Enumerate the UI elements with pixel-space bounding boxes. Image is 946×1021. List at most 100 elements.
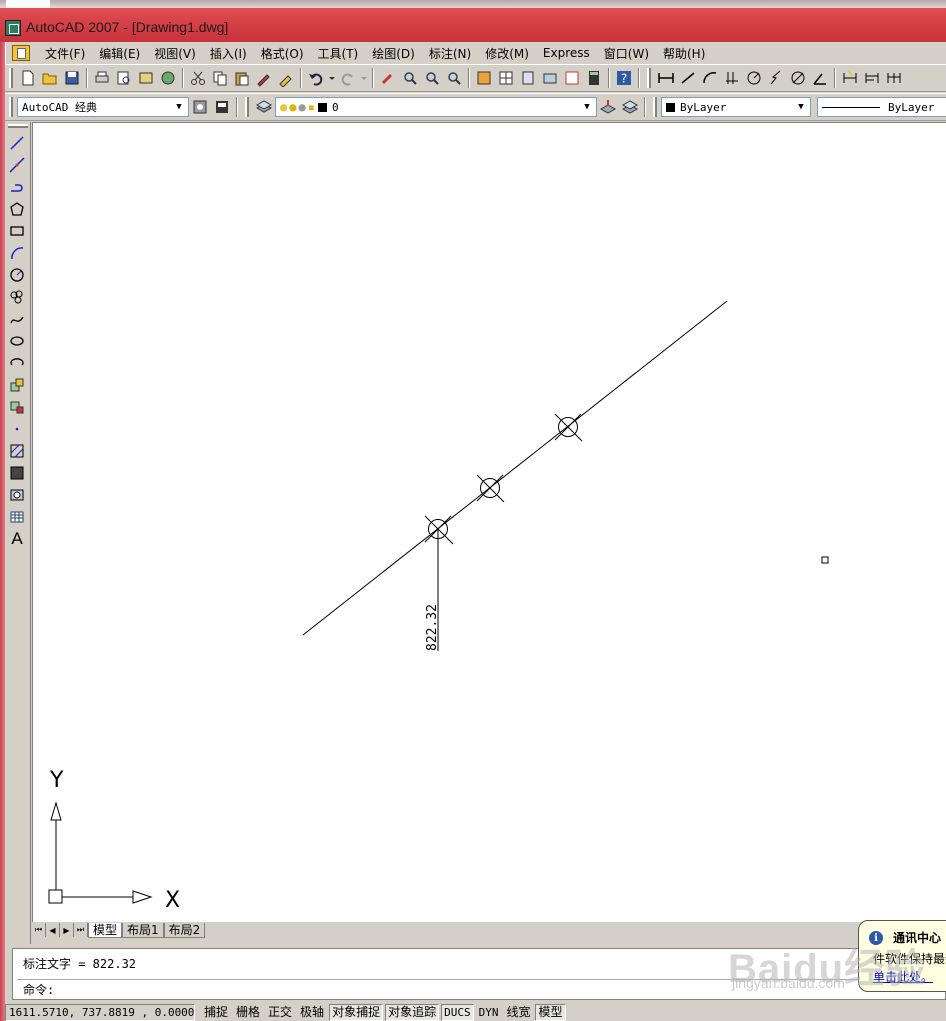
dyn-toggle[interactable]: DYN (476, 1004, 502, 1021)
menu-tools[interactable]: 工具(T) (311, 45, 366, 62)
tab-model[interactable]: 模型 (88, 922, 123, 938)
undo-icon[interactable] (305, 67, 327, 89)
insert-block-icon[interactable] (5, 374, 29, 396)
revision-cloud-icon[interactable] (5, 286, 29, 308)
polyline-icon[interactable] (5, 176, 29, 198)
toolbar-grip[interactable] (8, 124, 28, 128)
menu-view[interactable]: 视图(V) (147, 45, 203, 62)
ducs-toggle[interactable]: DUCS (441, 1003, 474, 1021)
continue-dimension-icon[interactable] (883, 67, 905, 89)
polygon-icon[interactable] (5, 198, 29, 220)
baseline-dimension-icon[interactable] (861, 67, 883, 89)
block-editor-icon[interactable] (275, 67, 297, 89)
multiline-text-icon[interactable]: A (5, 528, 29, 550)
comm-center-balloon[interactable]: i 通讯中心 件软件保持最新 单击此处。 (858, 920, 946, 992)
toolbar-grip[interactable] (647, 68, 651, 88)
layer-properties-manager-icon[interactable] (253, 96, 275, 118)
angular-dimension-icon[interactable] (809, 67, 831, 89)
ortho-toggle[interactable]: 正交 (265, 1004, 295, 1021)
radius-dimension-icon[interactable] (743, 67, 765, 89)
menu-edit[interactable]: 编辑(E) (92, 45, 147, 62)
publish-icon[interactable] (135, 67, 157, 89)
zoom-previous-icon[interactable] (443, 67, 465, 89)
table-icon[interactable] (5, 506, 29, 528)
menu-modify[interactable]: 修改(M) (478, 45, 536, 62)
document-icon[interactable] (12, 45, 30, 61)
new-icon[interactable] (17, 67, 39, 89)
arc-length-icon[interactable] (699, 67, 721, 89)
grid-toggle[interactable]: 栅格 (233, 1004, 263, 1021)
drawing-area[interactable]: 822.32 Y X (32, 122, 946, 922)
paste-icon[interactable] (231, 67, 253, 89)
line-tool-icon[interactable] (5, 132, 29, 154)
workspace-dropdown[interactable]: AutoCAD 经典 ▼ (17, 97, 189, 117)
snap-toggle[interactable]: 捕捉 (201, 1004, 231, 1021)
toolbar-grip[interactable] (245, 97, 249, 117)
sheet-set-icon[interactable] (539, 67, 561, 89)
polar-toggle[interactable]: 极轴 (297, 1004, 327, 1021)
workspace-settings-icon[interactable] (189, 96, 211, 118)
circle-icon[interactable] (5, 264, 29, 286)
match-properties-icon[interactable] (253, 67, 275, 89)
3d-dwf-icon[interactable] (157, 67, 179, 89)
layer-previous-icon[interactable] (619, 96, 641, 118)
help-icon[interactable]: ? (613, 67, 635, 89)
aligned-dimension-icon[interactable] (677, 67, 699, 89)
tool-palettes-icon[interactable] (517, 67, 539, 89)
redo-icon[interactable] (337, 67, 359, 89)
menu-insert[interactable]: 插入(I) (203, 45, 254, 62)
menu-help[interactable]: 帮助(H) (656, 45, 712, 62)
rectangle-icon[interactable] (5, 220, 29, 242)
ellipse-icon[interactable] (5, 330, 29, 352)
model-toggle[interactable]: 模型 (535, 1003, 566, 1021)
pan-icon[interactable] (377, 67, 399, 89)
autocad-app-icon[interactable] (5, 20, 21, 36)
spline-icon[interactable] (5, 308, 29, 330)
menu-draw[interactable]: 绘图(D) (365, 45, 422, 62)
plot-preview-icon[interactable] (113, 67, 135, 89)
menu-express[interactable]: Express (536, 46, 597, 60)
make-block-icon[interactable] (5, 396, 29, 418)
next-tab-icon[interactable]: ▶ (60, 923, 74, 937)
dimension-text[interactable]: 822.32 (425, 604, 440, 651)
menu-format[interactable]: 格式(O) (254, 45, 311, 62)
redo-dropdown-icon[interactable] (359, 67, 369, 89)
lineweight-toggle[interactable]: 线宽 (503, 1004, 533, 1021)
node-marker[interactable] (476, 474, 505, 503)
markup-icon[interactable] (561, 67, 583, 89)
drawn-line[interactable] (302, 300, 728, 636)
prev-tab-icon[interactable]: ◀ (46, 923, 60, 937)
point-icon[interactable] (5, 418, 29, 440)
region-icon[interactable] (5, 484, 29, 506)
ellipse-arc-icon[interactable] (5, 352, 29, 374)
diameter-dimension-icon[interactable] (787, 67, 809, 89)
toolbar-grip[interactable] (9, 97, 13, 117)
last-tab-icon[interactable]: ⏭ (74, 923, 88, 937)
copy-icon[interactable] (209, 67, 231, 89)
command-window[interactable]: 标注文字 = 822.32 命令: (12, 948, 946, 1000)
toolbar-grip[interactable] (9, 68, 13, 88)
linetype-dropdown[interactable]: ByLayer (817, 97, 946, 117)
toolbar-grip[interactable] (653, 97, 657, 117)
first-tab-icon[interactable]: ⏮ (32, 923, 46, 937)
balloon-link[interactable]: 单击此处。 (873, 968, 933, 985)
tab-layout2[interactable]: 布局2 (163, 922, 206, 938)
layer-dropdown[interactable]: ● ● ● ▪ 0 ▼ (275, 97, 597, 117)
design-center-icon[interactable] (495, 67, 517, 89)
arc-icon[interactable] (5, 242, 29, 264)
color-dropdown[interactable]: ByLayer ▼ (661, 97, 811, 117)
construction-line-icon[interactable] (5, 154, 29, 176)
tab-layout1[interactable]: 布局1 (122, 922, 164, 938)
make-current-layer-icon[interactable] (597, 96, 619, 118)
properties-icon[interactable] (473, 67, 495, 89)
ordinate-dimension-icon[interactable] (721, 67, 743, 89)
save-workspace-icon[interactable] (211, 96, 233, 118)
zoom-realtime-icon[interactable] (399, 67, 421, 89)
menu-window[interactable]: 窗口(W) (597, 45, 656, 62)
menu-dimension[interactable]: 标注(N) (422, 45, 478, 62)
cut-icon[interactable] (187, 67, 209, 89)
gradient-icon[interactable] (5, 462, 29, 484)
linear-dimension-icon[interactable] (655, 67, 677, 89)
calculator-icon[interactable] (583, 67, 605, 89)
undo-dropdown-icon[interactable] (327, 67, 337, 89)
